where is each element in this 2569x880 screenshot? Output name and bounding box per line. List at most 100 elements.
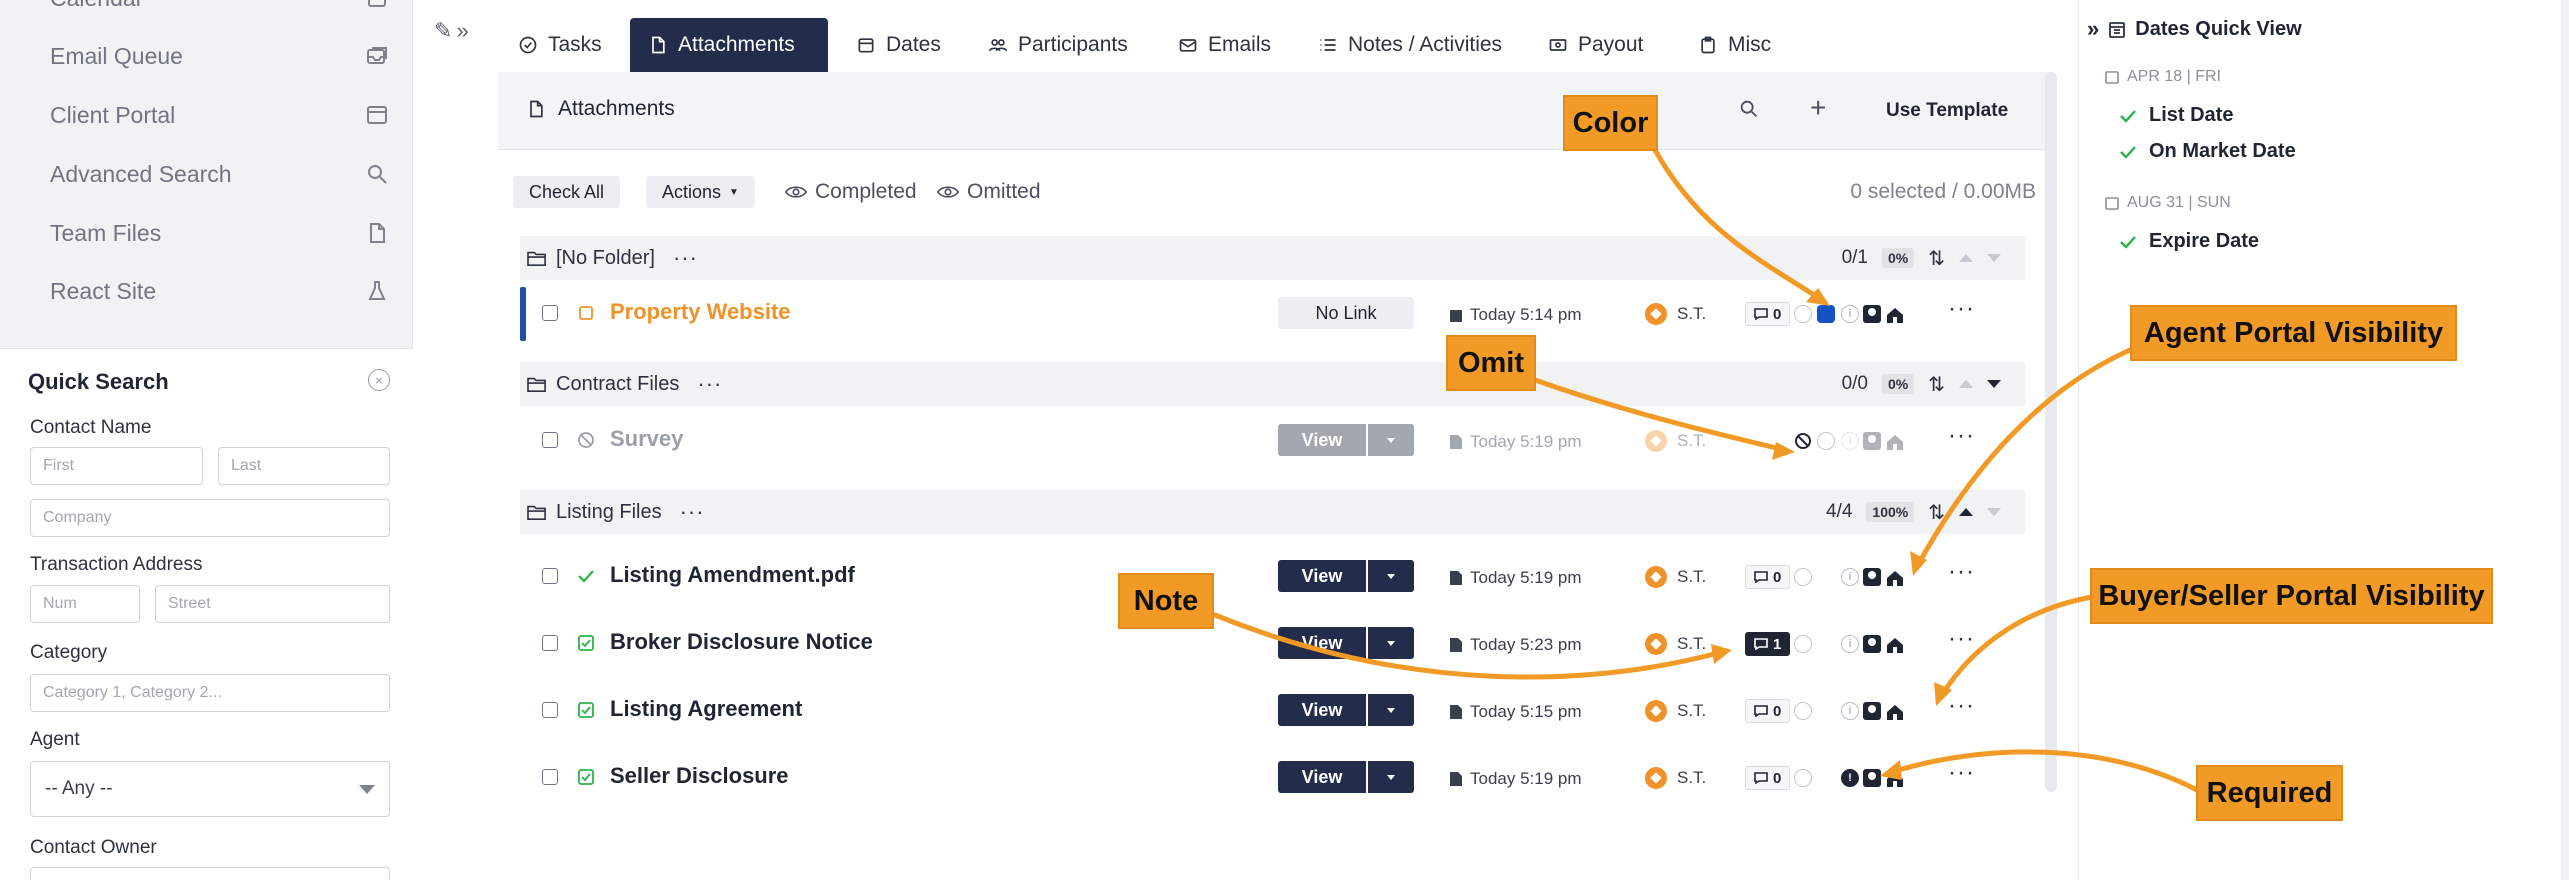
tab-payout[interactable]: Payout bbox=[1530, 18, 1661, 72]
agent-portal-icon[interactable] bbox=[1863, 568, 1881, 586]
agent-portal-icon[interactable] bbox=[1863, 769, 1881, 787]
file-name[interactable]: Survey bbox=[610, 426, 683, 452]
view-button[interactable]: View bbox=[1278, 627, 1366, 659]
row-checkbox[interactable] bbox=[542, 305, 558, 321]
date-item[interactable]: List Date bbox=[2119, 104, 2233, 127]
collapse-icon[interactable] bbox=[1987, 508, 2001, 516]
move-up-icon[interactable] bbox=[1959, 380, 1973, 388]
sort-icon[interactable]: ⇅ bbox=[1928, 372, 1945, 397]
collapse-panel-icon[interactable]: » bbox=[2087, 16, 2099, 42]
tab-participants[interactable]: Participants bbox=[970, 18, 1146, 72]
sidebar-item-calendar[interactable]: Calendar bbox=[50, 0, 390, 18]
row-checkbox[interactable] bbox=[542, 568, 558, 584]
omit-icon[interactable] bbox=[1794, 769, 1812, 787]
sort-icon[interactable]: ⇅ bbox=[1928, 246, 1945, 271]
date-item[interactable]: On Market Date bbox=[2119, 140, 2296, 163]
sidebar-item-advanced-search[interactable]: Advanced Search bbox=[50, 154, 390, 194]
view-dropdown-button[interactable] bbox=[1368, 560, 1414, 592]
file-name[interactable]: Property Website bbox=[610, 299, 791, 325]
note-badge[interactable]: 0 bbox=[1745, 699, 1791, 723]
home-portal-icon[interactable] bbox=[1885, 568, 1905, 588]
tab-notes-activities[interactable]: Notes / Activities bbox=[1300, 18, 1520, 72]
add-icon[interactable]: + bbox=[1810, 92, 1826, 124]
agent-portal-icon[interactable] bbox=[1863, 305, 1881, 323]
omit-icon[interactable] bbox=[1794, 702, 1812, 720]
tab-attachments[interactable]: Attachments bbox=[630, 18, 828, 72]
note-badge[interactable]: 0 bbox=[1745, 302, 1791, 326]
more-icon[interactable]: ··· bbox=[673, 245, 698, 271]
view-button[interactable]: View bbox=[1278, 694, 1366, 726]
file-row-broker-disclosure[interactable]: Broker Disclosure Notice View Today 5:23… bbox=[520, 613, 2025, 675]
file-name[interactable]: Seller Disclosure bbox=[610, 763, 789, 789]
sidebar-item-react-site[interactable]: React Site bbox=[50, 271, 390, 311]
move-up-icon[interactable] bbox=[1959, 508, 1973, 516]
sidebar-item-team-files[interactable]: Team Files bbox=[50, 213, 390, 253]
completed-toggle[interactable]: Completed bbox=[785, 180, 917, 204]
use-template-button[interactable]: Use Template bbox=[1886, 100, 2008, 122]
tab-dates[interactable]: Dates bbox=[838, 18, 959, 72]
no-link-button[interactable]: No Link bbox=[1278, 297, 1414, 329]
agent-portal-icon[interactable] bbox=[1863, 635, 1881, 653]
more-icon[interactable]: ··· bbox=[1948, 625, 1975, 653]
omit-active-icon[interactable] bbox=[1794, 432, 1812, 450]
note-badge[interactable]: 0 bbox=[1745, 766, 1791, 790]
file-row-survey[interactable]: Survey View Today 5:19 pm S.T. i ··· bbox=[520, 410, 2025, 472]
row-checkbox[interactable] bbox=[542, 635, 558, 651]
check-all-button[interactable]: Check All bbox=[513, 176, 621, 208]
more-icon[interactable]: ··· bbox=[1948, 759, 1975, 787]
home-portal-icon[interactable] bbox=[1885, 635, 1905, 655]
move-up-icon[interactable] bbox=[1959, 254, 1973, 262]
sidebar-item-email-queue[interactable]: Email Queue bbox=[50, 36, 390, 76]
actions-button[interactable]: Actions ▼ bbox=[646, 176, 755, 208]
file-name[interactable]: Broker Disclosure Notice bbox=[610, 629, 873, 655]
home-portal-icon[interactable] bbox=[1885, 305, 1905, 325]
agent-portal-icon[interactable] bbox=[1863, 432, 1881, 450]
required-active-icon[interactable]: ! bbox=[1841, 769, 1859, 787]
file-name[interactable]: Listing Amendment.pdf bbox=[610, 562, 855, 588]
view-dropdown-button[interactable] bbox=[1368, 627, 1414, 659]
required-icon[interactable]: i bbox=[1841, 432, 1859, 450]
more-icon[interactable]: ··· bbox=[680, 499, 705, 525]
omit-icon[interactable] bbox=[1794, 568, 1812, 586]
file-row-seller-disclosure[interactable]: Seller Disclosure View Today 5:19 pm S.T… bbox=[520, 747, 2025, 809]
file-name[interactable]: Listing Agreement bbox=[610, 696, 802, 722]
sort-icon[interactable]: ⇅ bbox=[1928, 500, 1945, 525]
omitted-toggle[interactable]: Omitted bbox=[937, 180, 1041, 204]
last-name-input[interactable]: Last bbox=[218, 447, 390, 485]
omit-icon[interactable] bbox=[1794, 305, 1812, 323]
home-portal-icon[interactable] bbox=[1885, 432, 1905, 452]
sidebar-item-client-portal[interactable]: Client Portal bbox=[50, 95, 390, 135]
collapse-icon[interactable] bbox=[1987, 380, 2001, 388]
address-num-input[interactable]: Num bbox=[30, 585, 140, 623]
address-street-input[interactable]: Street bbox=[155, 585, 390, 623]
required-icon[interactable]: i bbox=[1841, 568, 1859, 586]
agent-select[interactable]: -- Any -- bbox=[30, 761, 390, 817]
required-icon[interactable]: i bbox=[1841, 305, 1859, 323]
file-row-property-website[interactable]: Property Website No Link Today 5:14 pm S… bbox=[520, 283, 2025, 345]
row-checkbox[interactable] bbox=[542, 432, 558, 448]
category-input[interactable]: Category 1, Category 2... bbox=[30, 674, 390, 712]
folder-row-listing-files[interactable]: Listing Files ··· 4/4 100% ⇅ bbox=[520, 490, 2025, 534]
search-icon[interactable] bbox=[1738, 98, 1760, 125]
view-button[interactable]: View bbox=[1278, 560, 1366, 592]
tab-misc[interactable]: Misc bbox=[1680, 18, 1789, 72]
scrollbar[interactable] bbox=[2561, 0, 2569, 880]
date-item[interactable]: Expire Date bbox=[2119, 230, 2259, 253]
view-button[interactable]: View bbox=[1278, 424, 1366, 456]
more-icon[interactable]: ··· bbox=[1948, 422, 1975, 450]
home-portal-icon[interactable] bbox=[1885, 702, 1905, 722]
color-swatch-icon[interactable] bbox=[1817, 432, 1835, 450]
contact-owner-input[interactable] bbox=[30, 867, 390, 880]
more-icon[interactable]: ··· bbox=[1948, 558, 1975, 586]
collapse-icon[interactable] bbox=[1987, 254, 2001, 262]
folder-row-contract-files[interactable]: Contract Files ··· 0/0 0% ⇅ bbox=[520, 362, 2025, 406]
company-input[interactable]: Company bbox=[30, 499, 390, 537]
required-icon[interactable]: i bbox=[1841, 702, 1859, 720]
agent-portal-icon[interactable] bbox=[1863, 702, 1881, 720]
view-dropdown-button[interactable] bbox=[1368, 694, 1414, 726]
row-checkbox[interactable] bbox=[542, 769, 558, 785]
view-dropdown-button[interactable] bbox=[1368, 761, 1414, 793]
omit-icon[interactable] bbox=[1794, 635, 1812, 653]
more-icon[interactable]: ··· bbox=[1948, 295, 1975, 323]
file-row-listing-amendment[interactable]: Listing Amendment.pdf View Today 5:19 pm… bbox=[520, 546, 2025, 608]
